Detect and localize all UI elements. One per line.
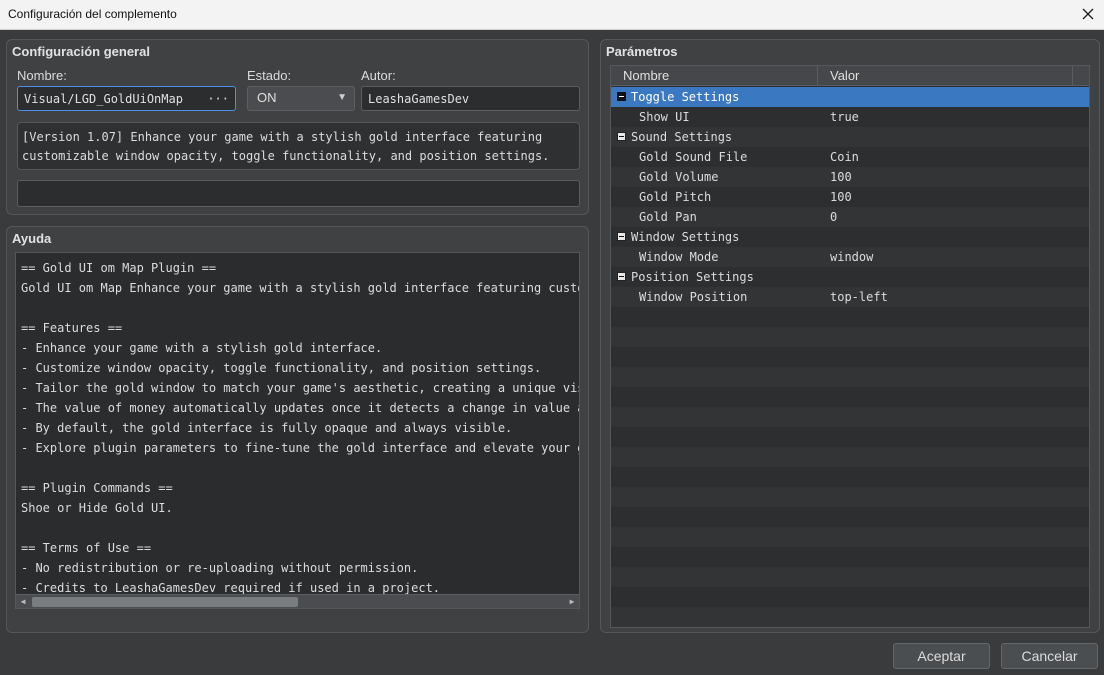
parameter-name: Window Position: [639, 290, 748, 304]
help-line: Gold UI om Map Enhance your game with a …: [21, 281, 580, 295]
name-label: Nombre:: [17, 68, 67, 83]
parameter-value: window: [830, 250, 874, 264]
empty-row: [611, 387, 1089, 407]
cancel-button[interactable]: Cancelar: [1001, 643, 1098, 669]
empty-row: [611, 527, 1089, 547]
help-group: Ayuda == Gold UI om Map Plugin == Gold U…: [6, 226, 589, 633]
help-line: Shoe or Hide Gold UI.: [21, 501, 173, 515]
help-text-area[interactable]: == Gold UI om Map Plugin == Gold UI om M…: [15, 252, 580, 609]
scrollbar-thumb[interactable]: [32, 597, 298, 607]
help-line: - Explore plugin parameters to fine-tune…: [21, 441, 580, 455]
description-line: [Version 1.07] Enhance your game with a …: [22, 130, 543, 144]
help-line: == Terms of Use ==: [21, 541, 152, 555]
help-line: - The value of money automatically updat…: [21, 401, 580, 415]
empty-row: [611, 587, 1089, 607]
parameter-name: Show UI: [639, 110, 690, 124]
empty-row: [611, 567, 1089, 587]
author-value: LeashaGamesDev: [368, 92, 470, 106]
table-group-row[interactable]: Sound Settings: [611, 127, 1089, 147]
parameter-value: top-left: [830, 290, 888, 304]
empty-row: [611, 467, 1089, 487]
parameter-name: Toggle Settings: [631, 90, 740, 104]
parameter-name: Gold Pitch: [639, 190, 712, 204]
accept-button[interactable]: Aceptar: [893, 643, 990, 669]
close-icon[interactable]: [1078, 4, 1098, 24]
help-line: - By default, the gold interface is full…: [21, 421, 513, 435]
parameter-name: Gold Pan: [639, 210, 697, 224]
status-select[interactable]: ON ▼: [247, 86, 355, 111]
help-line: == Features ==: [21, 321, 123, 335]
help-horizontal-scrollbar[interactable]: ◀ ▶: [16, 594, 579, 608]
window-title: Configuración del complemento: [8, 7, 177, 21]
collapse-icon[interactable]: [617, 132, 626, 141]
help-line: - Customize window opacity, toggle funct…: [21, 361, 542, 375]
empty-row: [611, 447, 1089, 467]
table-header: Nombre Valor: [611, 66, 1089, 86]
general-settings-title: Configuración general: [12, 44, 150, 59]
chevron-down-icon: ▼: [337, 92, 347, 103]
empty-row: [611, 307, 1089, 327]
dialog-body: Configuración general Nombre: Visual/LGD…: [0, 31, 1104, 675]
author-label: Autor:: [361, 68, 396, 83]
help-line: - No redistribution or re-uploading with…: [21, 561, 419, 575]
empty-row: [611, 547, 1089, 567]
scroll-left-icon[interactable]: ◀: [16, 595, 30, 608]
column-header-name[interactable]: Nombre: [611, 66, 818, 86]
scroll-right-icon[interactable]: ▶: [565, 595, 579, 608]
help-title: Ayuda: [12, 231, 52, 246]
empty-row: [611, 327, 1089, 347]
collapse-icon[interactable]: [617, 92, 626, 101]
table-group-row[interactable]: Window Settings: [611, 227, 1089, 247]
collapse-icon[interactable]: [617, 272, 626, 281]
table-row[interactable]: Show UI true: [611, 107, 1089, 127]
parameter-name: Window Settings: [631, 230, 740, 244]
empty-row: [611, 487, 1089, 507]
table-row[interactable]: Window Position top-left: [611, 287, 1089, 307]
table-row[interactable]: Gold Pitch 100: [611, 187, 1089, 207]
name-value: Visual/LGD_GoldUiOnMap: [24, 92, 183, 106]
collapse-icon[interactable]: [617, 232, 626, 241]
author-field[interactable]: LeashaGamesDev: [361, 86, 580, 111]
table-row[interactable]: Gold Pan 0: [611, 207, 1089, 227]
help-line: - Tailor the gold window to match your g…: [21, 381, 580, 395]
parameter-name: Sound Settings: [631, 130, 733, 144]
extra-field[interactable]: [17, 180, 580, 207]
browse-button[interactable]: ···: [207, 87, 229, 110]
status-value: ON: [257, 90, 277, 105]
description-field[interactable]: [Version 1.07] Enhance your game with a …: [17, 122, 580, 170]
help-line: == Gold UI om Map Plugin ==: [21, 261, 217, 275]
empty-row: [611, 347, 1089, 367]
parameters-title: Parámetros: [606, 44, 678, 59]
empty-row: [611, 507, 1089, 527]
table-group-row[interactable]: Toggle Settings: [611, 87, 1089, 107]
empty-row: [611, 607, 1089, 627]
empty-row: [611, 367, 1089, 387]
parameters-table[interactable]: Nombre Valor Toggle Settings Show UI true S…: [610, 65, 1090, 628]
description-line: customizable window opacity, toggle func…: [22, 149, 550, 163]
help-line: == Plugin Commands ==: [21, 481, 173, 495]
column-header-value[interactable]: Valor: [818, 66, 1073, 86]
table-row[interactable]: Gold Volume 100: [611, 167, 1089, 187]
help-line: - Enhance your game with a stylish gold …: [21, 341, 383, 355]
parameter-name: Gold Sound File: [639, 150, 748, 164]
table-group-row[interactable]: Position Settings: [611, 267, 1089, 287]
title-bar: Configuración del complemento: [0, 0, 1104, 30]
parameter-value: 100: [830, 170, 852, 184]
status-label: Estado:: [247, 68, 292, 83]
parameters-group: Parámetros Nombre Valor Toggle Settings S…: [600, 39, 1100, 633]
parameter-value: true: [830, 110, 859, 124]
parameter-value: 100: [830, 190, 852, 204]
parameter-value: 0: [830, 210, 838, 224]
parameter-name: Position Settings: [631, 270, 754, 284]
table-row[interactable]: Window Mode window: [611, 247, 1089, 267]
table-row[interactable]: Gold Sound File Coin: [611, 147, 1089, 167]
parameter-name: Window Mode: [639, 250, 719, 264]
empty-row: [611, 427, 1089, 447]
empty-row: [611, 407, 1089, 427]
parameter-value: Coin: [830, 150, 859, 164]
parameter-name: Gold Volume: [639, 170, 719, 184]
general-settings-group: Configuración general Nombre: Visual/LGD…: [6, 39, 589, 215]
name-field[interactable]: Visual/LGD_GoldUiOnMap ···: [17, 86, 236, 111]
